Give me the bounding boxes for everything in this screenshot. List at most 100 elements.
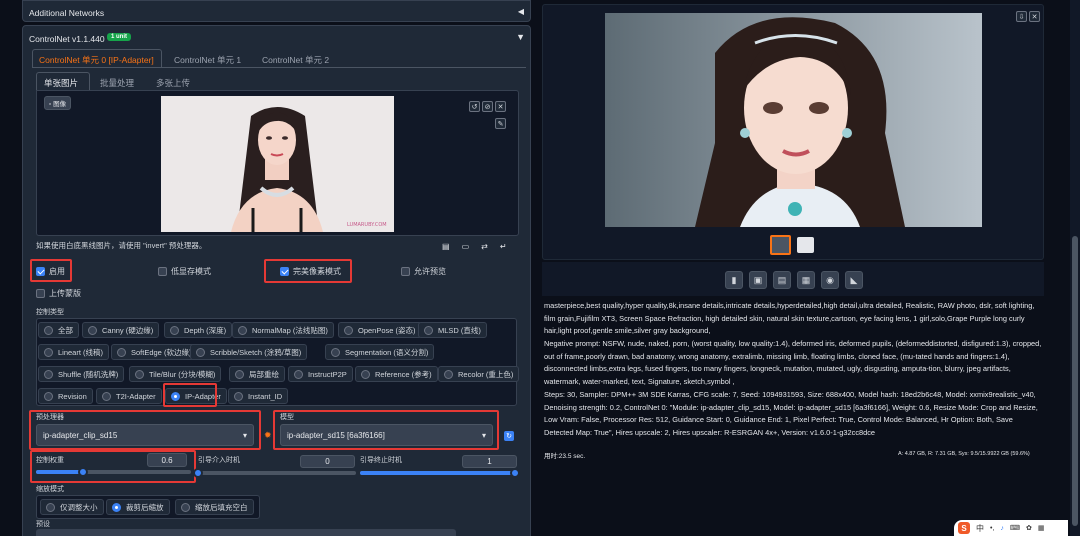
punctuation-icon[interactable]: •, (990, 525, 994, 532)
control-type-revision[interactable]: Revision (38, 388, 93, 404)
control-type-lineart[interactable]: Lineart (线稿) (38, 344, 110, 360)
radio-icon (331, 347, 340, 357)
tab-unit-1[interactable]: ControlNet 单元 1 (174, 54, 241, 66)
resize-crop-and-resize[interactable]: 裁剪后缩放 (106, 499, 170, 515)
radio-icon (46, 502, 55, 512)
start-input[interactable]: 0 (300, 455, 355, 468)
control-type-label-text: Segmentation (语义分割) (345, 347, 429, 357)
control-type-reference[interactable]: Reference (参考) (355, 366, 438, 382)
swap-icon[interactable]: ⇄ (481, 242, 488, 251)
refresh-icon[interactable]: ↻ (504, 431, 514, 441)
microphone-icon[interactable]: ♪ (1000, 525, 1004, 532)
radio-icon (238, 325, 247, 335)
close-icon[interactable]: ✕ (495, 101, 506, 112)
control-type-shuffle[interactable]: Shuffle (随机洗牌) (38, 366, 125, 382)
control-type-label-text: T2I-Adapter (116, 391, 156, 401)
tab-unit-2[interactable]: ControlNet 单元 2 (262, 54, 329, 66)
thumbnail-selected[interactable] (770, 235, 791, 255)
image-icon[interactable]: ▦ (797, 271, 815, 289)
new-canvas-icon[interactable]: ▤ (442, 242, 450, 251)
upload-mask-label: 上传蒙版 (49, 289, 81, 298)
sogou-logo-icon: S (958, 522, 970, 534)
control-type-depth[interactable]: Depth (深度) (164, 322, 233, 338)
generation-params: Steps: 30, Sampler: DPM++ 3M SDE Karras,… (544, 390, 1038, 438)
highlight-box-model (273, 410, 499, 450)
control-type-openpose[interactable]: OpenPose (姿态) (338, 322, 422, 338)
toolbox-icon[interactable]: ▦ (1038, 524, 1045, 532)
radio-icon (344, 325, 353, 335)
start-label: 引导介入时机 (198, 457, 240, 464)
control-type-label-text: Instant_ID (248, 391, 283, 401)
control-type-inpaint[interactable]: 局部重绘 (229, 366, 285, 382)
end-input[interactable]: 1 (462, 455, 517, 468)
control-type-segmentation[interactable]: Segmentation (语义分割) (325, 344, 435, 360)
preset-select[interactable] (36, 529, 456, 536)
tab-batch[interactable]: 批量处理 (100, 77, 134, 89)
control-type-label-text: Depth (深度) (184, 325, 227, 335)
control-type-all[interactable]: 全部 (38, 322, 79, 338)
end-slider-handle[interactable] (510, 468, 520, 478)
send-dimensions-icon[interactable]: ↵ (500, 242, 507, 251)
end-label: 引导终止时机 (360, 457, 402, 464)
control-type-canny[interactable]: Canny (硬边缘) (82, 322, 160, 338)
negative-prompt: Negative prompt: NSFW, nude, naked, porn… (544, 339, 1042, 387)
accordion-title: Additional Networks (29, 8, 105, 18)
radio-icon (44, 347, 53, 357)
control-type-label-text: Canny (硬边缘) (102, 325, 154, 335)
upload-mask-checkbox[interactable]: 上传蒙版 (36, 288, 81, 299)
radio-icon (44, 325, 53, 335)
keyboard-icon[interactable]: ⌨ (1010, 524, 1020, 532)
thumbnail-detected-map[interactable] (797, 237, 814, 253)
control-type-label-text: Shuffle (随机洗牌) (58, 369, 119, 379)
low-vram-checkbox[interactable]: 低显存模式 (158, 266, 211, 277)
undo-icon[interactable]: ↺ (469, 101, 480, 112)
ime-language[interactable]: 中 (976, 523, 984, 534)
webcam-icon[interactable]: ▭ (462, 242, 470, 251)
image-tool-icons: ▤ ▭ ⇄ ↵ (442, 242, 507, 251)
palette-icon[interactable]: ◉ (821, 271, 839, 289)
control-type-label-text: MLSD (直线) (438, 325, 481, 335)
collapse-icon[interactable]: ◀ (518, 7, 524, 16)
control-type-recolor[interactable]: Recolor (重上色) (438, 366, 520, 382)
control-type-mlsd[interactable]: MLSD (直线) (418, 322, 487, 338)
checkbox-icon (401, 267, 410, 276)
checkbox-icon (36, 289, 45, 298)
resize-and-fill[interactable]: 缩放后填充空白 (175, 499, 254, 515)
control-type-t2i-adapter[interactable]: T2I-Adapter (96, 388, 162, 404)
control-type-instructp2p[interactable]: InstructP2P (288, 366, 353, 382)
start-slider-handle[interactable] (193, 468, 203, 478)
run-preprocessor-icon[interactable]: ✹ (264, 430, 272, 441)
zip-icon[interactable]: ▤ (773, 271, 791, 289)
collapse-icon[interactable]: ▼ (516, 32, 525, 42)
control-type-tile[interactable]: Tile/Blur (分块/模糊) (129, 366, 222, 382)
invert-hint: 如果使用白底黑线图片，请使用 "invert" 预处理器。 (36, 241, 207, 250)
edit-icon[interactable]: ⊘ (482, 101, 493, 112)
highlight-box-enable (30, 259, 72, 282)
control-type-scribble[interactable]: Scribble/Sketch (涂鸦/草图) (190, 344, 308, 360)
tab-multi-upload[interactable]: 多张上传 (156, 77, 190, 89)
control-type-normalmap[interactable]: NormalMap (法线贴图) (232, 322, 334, 338)
allow-preview-label: 允许预览 (414, 267, 446, 276)
allow-preview-checkbox[interactable]: 允许预览 (401, 266, 446, 277)
scrollbar-thumb[interactable] (1072, 236, 1078, 526)
control-type-instant-id[interactable]: Instant_ID (228, 388, 289, 404)
download-icon[interactable]: ⇩ (1016, 11, 1027, 22)
ime-toolbar[interactable]: S 中 •, ♪ ⌨ ✿ ▦ (954, 520, 1068, 536)
unit-badge: 1 unit (107, 33, 131, 41)
brush-icon[interactable]: ✎ (495, 118, 506, 129)
save-icon[interactable]: ▣ (749, 271, 767, 289)
end-slider-fill (360, 471, 515, 475)
control-type-softedge[interactable]: SoftEdge (软边缘) (111, 344, 198, 360)
additional-networks-accordion[interactable]: Additional Networks ◀ (22, 0, 531, 22)
radio-selected-icon (112, 502, 121, 512)
generated-image[interactable] (605, 13, 982, 227)
skin-icon[interactable]: ✿ (1026, 524, 1032, 532)
radio-icon (235, 369, 244, 379)
low-vram-label: 低显存模式 (171, 267, 211, 276)
start-slider-track[interactable] (198, 471, 356, 475)
close-icon[interactable]: ✕ (1029, 11, 1040, 22)
radio-icon (135, 369, 144, 379)
folder-icon[interactable]: ▮ (725, 271, 743, 289)
ruler-icon[interactable]: ◣ (845, 271, 863, 289)
resize-just-resize[interactable]: 仅调整大小 (40, 499, 104, 515)
